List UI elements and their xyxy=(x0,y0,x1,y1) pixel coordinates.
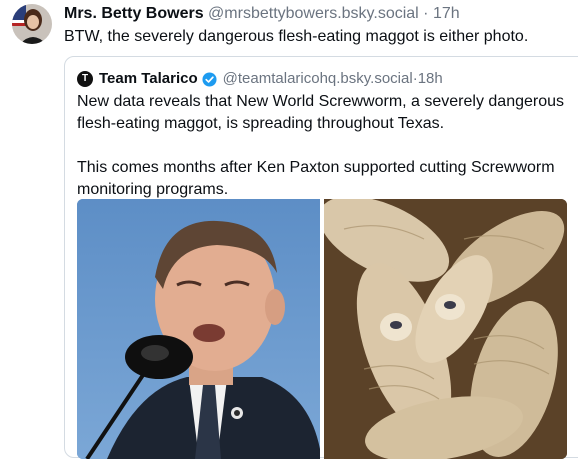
quoted-post-timestamp[interactable]: 18h xyxy=(418,69,443,89)
post-body: BTW, the severely dangerous flesh-eating… xyxy=(64,28,529,45)
quoted-paragraph: This comes months after Ken Paxton suppo… xyxy=(77,159,555,198)
quoted-paragraph: New data reveals that New World Screwwor… xyxy=(77,93,565,132)
quoted-author-handle[interactable]: @teamtalaricohq.bsky.social xyxy=(223,69,413,89)
quoted-post-header: T Team Talarico @teamtalaricohq.bsky.soc… xyxy=(77,69,443,89)
post-timestamp[interactable]: 17h xyxy=(433,5,460,22)
quoted-author-avatar[interactable]: T xyxy=(77,71,93,87)
author-name[interactable]: Mrs. Betty Bowers xyxy=(64,5,204,22)
verified-badge-icon xyxy=(202,71,217,87)
quoted-post[interactable]: T Team Talarico @teamtalaricohq.bsky.soc… xyxy=(64,56,578,459)
separator: · xyxy=(423,5,429,22)
media-gallery xyxy=(77,199,567,459)
author-avatar[interactable] xyxy=(12,4,52,44)
quoted-author-name[interactable]: Team Talarico xyxy=(99,69,198,89)
photo-maggots[interactable] xyxy=(324,199,567,459)
author-handle[interactable]: @mrsbettybowers.bsky.social xyxy=(208,5,419,22)
photo-politician[interactable] xyxy=(77,199,320,459)
quoted-post-body: New data reveals that New World Screwwor… xyxy=(77,91,577,201)
post-header: Mrs. Betty Bowers @mrsbettybowers.bsky.s… xyxy=(64,4,460,24)
